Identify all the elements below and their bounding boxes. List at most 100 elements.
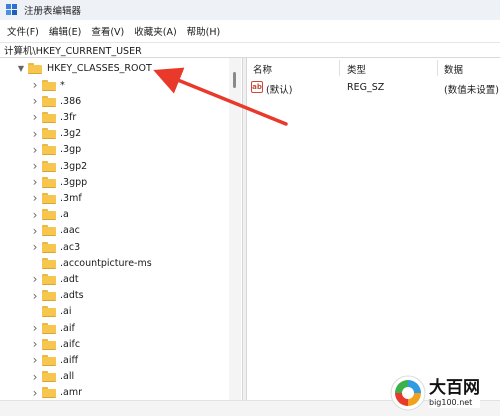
- chevron-right-icon[interactable]: ›: [30, 320, 40, 336]
- chevron-right-icon[interactable]: ›: [30, 288, 40, 304]
- folder-icon: [42, 225, 56, 237]
- folder-icon: [42, 176, 56, 188]
- key-tree-pane[interactable]: ▼ HKEY_CLASSES_ROOT › * › .386 › .3fr › .3g2 › .3…: [0, 58, 242, 400]
- tree-item[interactable]: › .aif: [30, 320, 75, 336]
- tree-item[interactable]: › .3fr: [30, 109, 77, 125]
- watermark-title: 大百网: [429, 378, 480, 398]
- folder-icon: [42, 241, 56, 253]
- folder-icon: [42, 128, 56, 140]
- folder-icon: [42, 144, 56, 156]
- tree-item[interactable]: › .a: [30, 207, 69, 223]
- values-pane[interactable]: 名称 类型 数据 ab (默认) REG_SZ (数值未设置): [247, 58, 500, 400]
- chevron-right-icon[interactable]: ›: [30, 385, 40, 400]
- window-title: 注册表编辑器: [24, 6, 82, 17]
- tree-item-label: .aiff: [60, 354, 79, 366]
- tree-item[interactable]: › .adt: [30, 271, 79, 287]
- value-name: (默认): [266, 85, 293, 96]
- column-header-data[interactable]: 数据: [444, 62, 463, 76]
- menu-view[interactable]: 查看(V): [86, 22, 129, 40]
- column-separator[interactable]: [339, 60, 340, 76]
- chevron-right-icon[interactable]: ›: [30, 158, 40, 174]
- value-row[interactable]: ab (默认) REG_SZ (数值未设置): [247, 80, 500, 96]
- menu-edit[interactable]: 编辑(E): [44, 22, 86, 40]
- tree-item-label: .ai: [60, 306, 72, 318]
- tree-item[interactable]: .ai: [30, 304, 71, 320]
- folder-icon: [28, 62, 42, 74]
- tree-item[interactable]: › *: [30, 77, 65, 93]
- folder-icon: [42, 192, 56, 204]
- chevron-right-icon[interactable]: ›: [30, 239, 40, 255]
- tree-root-label: HKEY_CLASSES_ROOT: [47, 62, 152, 74]
- tree-item[interactable]: .accountpicture-ms: [30, 255, 152, 271]
- tree-item-label: .3g2: [60, 128, 82, 140]
- tree-item[interactable]: › .3gp2: [30, 158, 88, 174]
- chevron-right-icon[interactable]: ›: [30, 77, 40, 93]
- tree-item[interactable]: › .386: [30, 93, 82, 109]
- tree-item-label: .adts: [60, 290, 84, 302]
- chevron-right-icon[interactable]: ›: [30, 223, 40, 239]
- tree-item-label: .accountpicture-ms: [60, 257, 152, 269]
- chevron-right-icon[interactable]: ›: [30, 271, 40, 287]
- tree-item[interactable]: › .aac: [30, 223, 80, 239]
- chevron-right-icon[interactable]: ›: [30, 174, 40, 190]
- chevron-right-icon[interactable]: ›: [30, 109, 40, 125]
- chevron-right-icon[interactable]: ›: [30, 336, 40, 352]
- tree-item-label: .aac: [60, 225, 80, 237]
- tree-item[interactable]: › .all: [30, 369, 75, 385]
- chevron-down-icon[interactable]: ▼: [16, 60, 26, 76]
- watermark-logo-icon: [390, 375, 426, 411]
- folder-icon: [42, 354, 56, 366]
- menu-help[interactable]: 帮助(H): [182, 22, 226, 40]
- chevron-right-icon[interactable]: ›: [30, 93, 40, 109]
- tree-item[interactable]: › .3g2: [30, 126, 82, 142]
- tree-item-label: .3gpp: [60, 176, 88, 188]
- title-bar: 注册表编辑器: [0, 0, 500, 20]
- chevron-right-icon[interactable]: ›: [30, 190, 40, 206]
- tree-item[interactable]: › .3mf: [30, 190, 82, 206]
- menu-file[interactable]: 文件(F): [2, 22, 44, 40]
- site-watermark: 大百网 big100.net: [390, 373, 498, 413]
- column-header-type[interactable]: 类型: [347, 62, 366, 76]
- tree-item-label: .aif: [60, 322, 75, 334]
- chevron-right-icon[interactable]: ›: [30, 142, 40, 158]
- watermark-url: big100.net: [429, 398, 480, 408]
- tree-item[interactable]: › .aiff: [30, 352, 78, 368]
- tree-item-label: .386: [60, 95, 82, 107]
- tree-item[interactable]: › .ac3: [30, 239, 81, 255]
- registry-editor-icon: [6, 4, 18, 16]
- tree-item-label: .adt: [60, 273, 79, 285]
- folder-icon: [42, 209, 56, 221]
- tree-item-label: .all: [60, 371, 75, 383]
- tree-vertical-scrollbar[interactable]: [229, 58, 241, 400]
- string-value-icon: ab: [251, 81, 263, 93]
- tree-item-label: .a: [60, 209, 69, 221]
- folder-icon: [42, 95, 56, 107]
- tree-item[interactable]: › .amr: [30, 385, 82, 400]
- address-bar[interactable]: 计算机\HKEY_CURRENT_USER: [0, 42, 500, 58]
- column-header-name[interactable]: 名称: [253, 62, 272, 76]
- tree-item-label: .ac3: [60, 241, 81, 253]
- menu-favorites[interactable]: 收藏夹(A): [129, 22, 181, 40]
- tree-item-label: .3gp2: [60, 160, 88, 172]
- folder-icon: [42, 257, 56, 269]
- tree-item-label: *: [60, 79, 65, 91]
- chevron-right-icon[interactable]: ›: [30, 207, 40, 223]
- folder-icon: [42, 322, 56, 334]
- chevron-right-icon[interactable]: ›: [30, 369, 40, 385]
- scrollbar-thumb[interactable]: [233, 72, 236, 88]
- column-separator[interactable]: [437, 60, 438, 76]
- folder-icon: [42, 387, 56, 399]
- folder-icon: [42, 160, 56, 172]
- folder-icon: [42, 111, 56, 123]
- folder-icon: [42, 79, 56, 91]
- tree-item[interactable]: › .adts: [30, 288, 84, 304]
- tree-root-item[interactable]: ▼ HKEY_CLASSES_ROOT: [16, 60, 153, 76]
- chevron-right-icon[interactable]: ›: [30, 126, 40, 142]
- tree-item[interactable]: › .3gpp: [30, 174, 88, 190]
- tree-item[interactable]: › .aifc: [30, 336, 80, 352]
- tree-item[interactable]: › .3gp: [30, 142, 82, 158]
- folder-icon: [42, 273, 56, 285]
- chevron-right-icon[interactable]: ›: [30, 352, 40, 368]
- value-type: REG_SZ: [347, 82, 385, 93]
